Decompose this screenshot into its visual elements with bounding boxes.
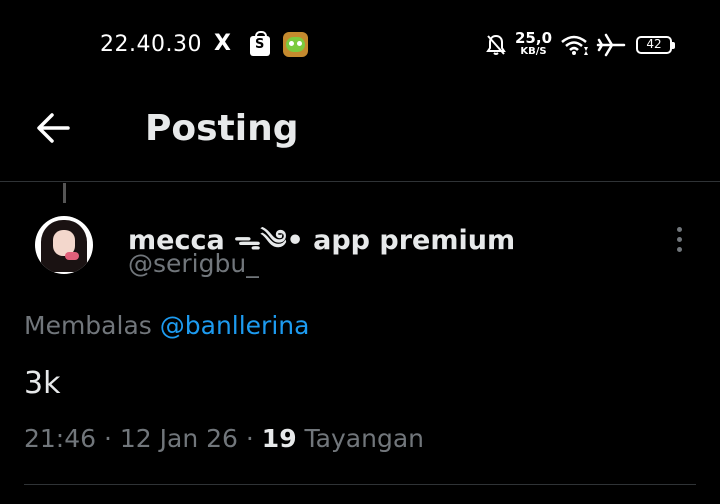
status-time: 22.40.30 [100, 32, 202, 57]
tweet-meta: 21:46 · 12 Jan 26 · 19 Tayangan [24, 424, 424, 453]
meta-separator: · [96, 424, 120, 453]
views-count[interactable]: 19 [262, 424, 297, 453]
airplane-icon [596, 33, 626, 57]
status-bar: 22.40.30 X 25,0 KB/S 42 [0, 0, 720, 90]
network-speed-unit: KB/S [520, 46, 547, 57]
meta-separator: · [237, 424, 262, 453]
x-logo-icon: X [214, 31, 231, 56]
network-speed-value: 25,0 [515, 29, 553, 47]
avatar[interactable] [35, 216, 93, 274]
game-app-icon [283, 32, 308, 57]
reply-prefix: Membalas [24, 311, 152, 340]
arrow-left-icon[interactable] [30, 108, 82, 148]
tweet-date: 12 Jan 26 [119, 424, 238, 453]
divider [24, 484, 696, 485]
wifi-icon [561, 35, 588, 55]
user-handle[interactable]: @serigbu_ [128, 249, 259, 278]
mute-icon [486, 34, 506, 55]
thread-connector-line [63, 183, 66, 203]
battery-level: 42 [646, 37, 662, 51]
network-speed: 25,0 KB/S [515, 29, 553, 58]
shopee-icon [250, 31, 270, 56]
tweet-time: 21:46 [24, 424, 97, 453]
more-options-icon[interactable] [670, 224, 690, 256]
page-header: Posting [0, 90, 720, 182]
battery-icon: 42 [636, 36, 675, 54]
reply-context: Membalas @banllerina [24, 311, 309, 340]
tweet-text: 3k [24, 366, 61, 401]
page-title: Posting [145, 108, 299, 149]
reply-to-mention[interactable]: @banllerina [160, 311, 310, 340]
views-label: Tayangan [304, 424, 424, 453]
